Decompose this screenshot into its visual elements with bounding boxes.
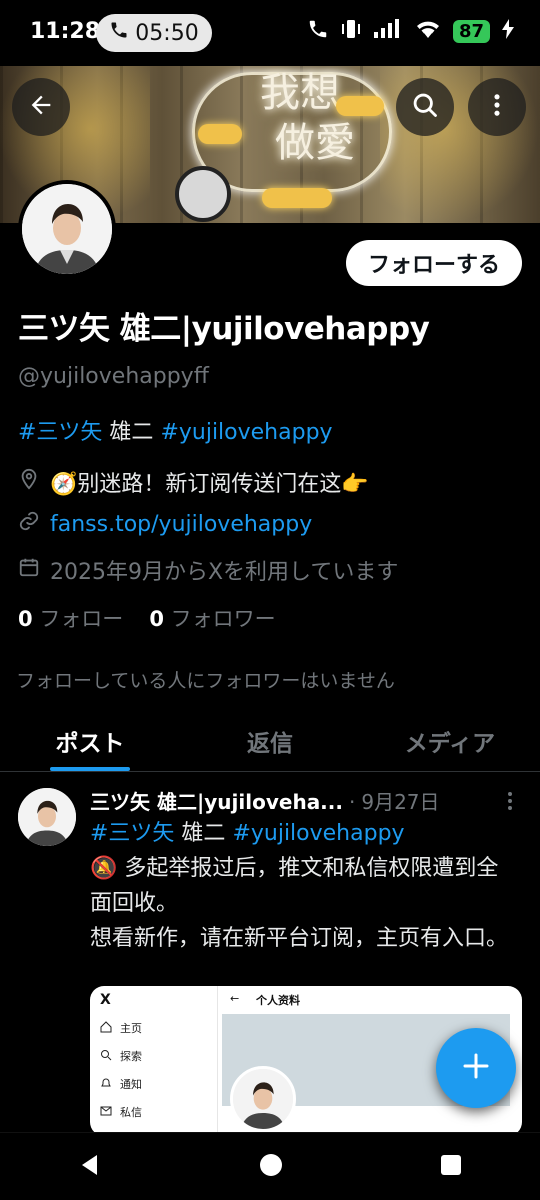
post-line-1: 🔕 多起举报过后，推文和私信权限遭到全面回收。 — [90, 856, 499, 916]
hashtag-link[interactable]: #三ツ矢 — [18, 420, 102, 445]
nav-recents-button[interactable] — [439, 1153, 463, 1181]
media-menu-label: 通知 — [120, 1078, 142, 1091]
media-menu-item: 私信 — [100, 1104, 142, 1120]
wifi-calling-icon — [307, 18, 329, 45]
charging-icon — [502, 19, 514, 44]
banner-cloud — [336, 96, 384, 116]
tab-replies[interactable]: 返信 — [180, 710, 360, 771]
bio-text: 雄二 — [102, 420, 161, 445]
followers-label: フォロワー — [170, 607, 276, 631]
vibrate-icon — [341, 18, 361, 45]
hashtag-link[interactable]: #yujilovehappy — [160, 420, 332, 445]
system-navigation-bar — [0, 1132, 540, 1200]
phone-icon — [109, 20, 129, 46]
nav-home-button[interactable] — [258, 1152, 284, 1182]
media-menu-item: 主页 — [100, 1020, 142, 1036]
more-vertical-icon — [483, 91, 511, 123]
location-row: 🧭别迷路！新订阅传送门在这👉 — [18, 466, 369, 498]
follow-counts: 0 フォロー 0 フォロワー — [18, 603, 276, 633]
call-duration: 05:50 — [135, 20, 199, 46]
banner-cloud — [262, 188, 332, 208]
hashtag-link[interactable]: #yujilovehappy — [232, 821, 404, 846]
search-icon — [411, 91, 439, 123]
post-separator: · — [348, 790, 356, 814]
post-text-plain: 雄二 — [174, 821, 233, 846]
followers-number: 0 — [149, 607, 164, 631]
post-author-avatar[interactable] — [18, 788, 76, 846]
media-menu-label: 探索 — [120, 1050, 142, 1063]
followers-count[interactable]: 0 フォロワー — [149, 603, 275, 633]
banner-neon-sign: 我想 做愛 — [200, 68, 400, 168]
post-author-name[interactable]: 三ツ矢 雄二|yujilovehа... — [90, 786, 343, 815]
profile-tabs: ポスト 返信 メディア — [0, 710, 540, 772]
post-more-button[interactable] — [502, 790, 518, 816]
location-pin-icon — [18, 467, 40, 497]
calendar-icon — [18, 556, 40, 584]
status-bar: 11:28 05:50 87 — [0, 0, 540, 66]
arrow-left-icon — [27, 91, 55, 123]
post-text: #三ツ矢 雄二 #yujilovehappy 🔕 多起举报过后，推文和私信权限遭… — [90, 816, 520, 956]
compose-post-button[interactable] — [436, 1028, 516, 1108]
hashtag-link[interactable]: #三ツ矢 — [90, 821, 174, 846]
following-count[interactable]: 0 フォロー — [18, 603, 123, 633]
banner-character — [175, 166, 231, 222]
wifi-icon — [415, 18, 441, 45]
joined-text: 2025年9月からXを利用しています — [50, 560, 399, 585]
following-number: 0 — [18, 607, 33, 631]
banner-cloud — [198, 124, 242, 144]
media-avatar — [230, 1066, 296, 1132]
follow-button[interactable]: フォローする — [345, 240, 522, 286]
call-timer-pill[interactable]: 05:50 — [96, 14, 212, 52]
mail-icon — [100, 1105, 112, 1120]
media-back-arrow: ← — [230, 992, 240, 1005]
signal-icon — [373, 18, 403, 45]
media-menu-label: 主页 — [120, 1022, 142, 1035]
tab-posts[interactable]: ポスト — [0, 710, 180, 771]
media-menu-item: 探索 — [100, 1048, 142, 1064]
bell-icon — [100, 1077, 112, 1092]
search-icon — [100, 1049, 112, 1064]
search-button[interactable] — [396, 78, 454, 136]
joined-row: 2025年9月からXを利用しています — [18, 554, 398, 586]
user-handle: @yujilovehappyff — [18, 364, 209, 389]
more-options-button[interactable] — [468, 78, 526, 136]
media-menu-label: 私信 — [120, 1106, 142, 1119]
media-header-title: 个人资料 — [256, 994, 300, 1007]
post-date[interactable]: 9月27日 — [361, 786, 439, 815]
following-label: フォロー — [39, 607, 124, 631]
home-icon — [100, 1020, 112, 1036]
link-icon — [18, 510, 40, 538]
post-header: 三ツ矢 雄二|yujilovehа... · 9月27日 — [90, 786, 440, 815]
profile-bio: #三ツ矢 雄二 #yujilovehappy — [18, 414, 333, 446]
media-sidebar: X 主页 探索 通知 私信 — [90, 986, 218, 1136]
display-name: 三ツ矢 雄二|yujilovehappy — [18, 311, 430, 347]
media-x-logo: X — [100, 992, 111, 1008]
back-button[interactable] — [12, 78, 70, 136]
more-vertical-icon — [502, 792, 518, 816]
mutual-followers-notice: フォローしている人にフォロワーはいません — [16, 670, 395, 692]
battery-level: 87 — [452, 20, 490, 43]
website-row: fanss.top/yujilovehappy — [18, 510, 312, 538]
nav-back-button[interactable] — [77, 1152, 103, 1182]
tab-media[interactable]: メディア — [360, 710, 540, 771]
media-menu-item: 通知 — [100, 1076, 142, 1092]
avatar-image — [22, 184, 112, 274]
post-line-2: 想看新作，请在新平台订阅，主页有入口。 — [90, 926, 509, 951]
website-link[interactable]: fanss.top/yujilovehappy — [50, 512, 312, 537]
status-time: 11:28 — [30, 19, 101, 44]
plus-icon — [461, 1051, 491, 1085]
location-text: 🧭别迷路！新订阅传送门在这👉 — [50, 472, 369, 497]
neon-line-1: 我想 — [260, 70, 340, 116]
status-icons: 87 — [307, 18, 514, 45]
profile-avatar[interactable] — [18, 180, 116, 278]
